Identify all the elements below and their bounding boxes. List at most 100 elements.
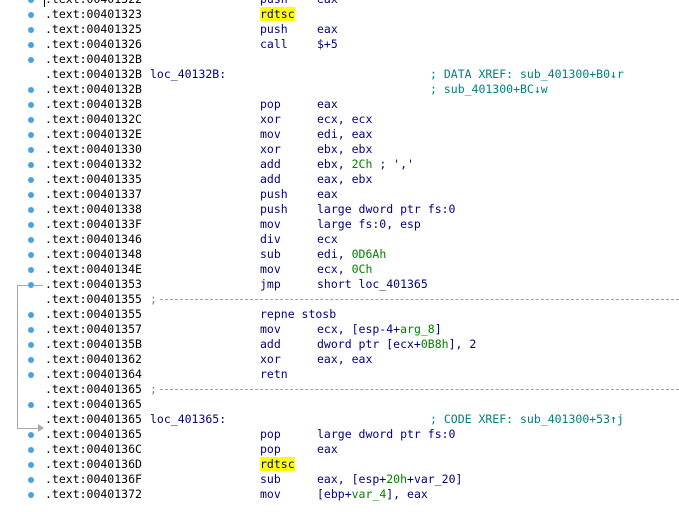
breakpoint-dot-icon[interactable] xyxy=(28,207,34,213)
instruction-mnemonic[interactable]: mov xyxy=(260,322,281,337)
instruction-mnemonic[interactable]: xor xyxy=(260,352,281,367)
instruction-mnemonic[interactable]: sub xyxy=(260,247,281,262)
breakpoint-dot-icon[interactable] xyxy=(28,342,34,348)
instruction-mnemonic[interactable]: add xyxy=(260,337,281,352)
instruction-operands[interactable]: large dword ptr fs:0 xyxy=(317,202,455,217)
instruction-mnemonic[interactable]: push xyxy=(260,22,288,37)
xref-comment[interactable]: ; DATA XREF: sub_401300+B0↓r xyxy=(430,67,624,82)
instruction-mnemonic[interactable]: push xyxy=(260,187,288,202)
disassembly-view[interactable]: .text:00401322 push eax .text:00401323 rdtsc… xyxy=(0,0,679,512)
breakpoint-dot-icon[interactable] xyxy=(28,312,34,318)
instruction-operands[interactable]: ecx, 0Ch xyxy=(317,262,372,277)
code-row[interactable]: .text:00401353 jmp short loc_401365 xyxy=(0,277,679,292)
instruction-mnemonic[interactable]: push xyxy=(260,202,288,217)
code-row[interactable]: .text:0040132B loc_40132B: ; DATA XREF: su… xyxy=(0,67,679,82)
breakpoint-dot-icon[interactable] xyxy=(28,102,34,108)
instruction-mnemonic[interactable]: add xyxy=(260,157,281,172)
code-row[interactable]: .text:0040133F mov large fs:0, esp xyxy=(0,217,679,232)
code-row[interactable]: .text:00401338 push large dword ptr fs:0 xyxy=(0,202,679,217)
code-row[interactable]: .text:0040132C xor ecx, ecx xyxy=(0,112,679,127)
instruction-operands[interactable]: ecx, [esp-4+arg_8] xyxy=(317,322,442,337)
instruction-operands[interactable]: eax xyxy=(317,97,338,112)
instruction-mnemonic[interactable]: pop xyxy=(260,442,281,457)
instruction-mnemonic[interactable]: div xyxy=(260,232,281,247)
breakpoint-dot-icon[interactable] xyxy=(28,402,34,408)
instruction-operands[interactable]: eax, eax xyxy=(317,352,372,367)
instruction-mnemonic[interactable]: jmp xyxy=(260,277,281,292)
instruction-operands[interactable]: ecx, ecx xyxy=(317,112,372,127)
breakpoint-dot-icon[interactable] xyxy=(28,12,34,18)
instruction-operands[interactable]: eax xyxy=(317,187,338,202)
breakpoint-dot-icon[interactable] xyxy=(28,357,34,363)
code-row[interactable]: .text:00401365 xyxy=(0,397,679,412)
instruction-mnemonic[interactable]: mov xyxy=(260,487,281,502)
code-row[interactable]: .text:00401326 call $+5 xyxy=(0,37,679,52)
instruction-operands[interactable]: eax, ebx xyxy=(317,172,372,187)
breakpoint-dot-icon[interactable] xyxy=(28,117,34,123)
instruction-mnemonic[interactable]: push xyxy=(260,0,288,7)
instruction-mnemonic[interactable]: mov xyxy=(260,217,281,232)
code-row[interactable]: .text:00401365 loc_401365: ; CODE XREF: su… xyxy=(0,412,679,427)
instruction-operands[interactable]: large dword ptr fs:0 xyxy=(317,427,455,442)
breakpoint-dot-icon[interactable] xyxy=(28,267,34,273)
code-row[interactable]: .text:0040136D rdtsc xyxy=(0,457,679,472)
breakpoint-dot-icon[interactable] xyxy=(28,372,34,378)
instruction-mnemonic[interactable]: add xyxy=(260,172,281,187)
instruction-mnemonic[interactable]: mov xyxy=(260,127,281,142)
breakpoint-dot-icon[interactable] xyxy=(28,222,34,228)
location-label[interactable]: loc_40132B: xyxy=(150,67,226,82)
instruction-mnemonic[interactable]: rdtsc xyxy=(260,457,295,472)
location-label[interactable]: loc_401365: xyxy=(150,412,226,427)
instruction-mnemonic[interactable]: mov xyxy=(260,262,281,277)
instruction-mnemonic[interactable]: repne stosb xyxy=(260,307,336,322)
instruction-mnemonic[interactable]: xor xyxy=(260,112,281,127)
xref-comment[interactable]: ; sub_401300+BC↓w xyxy=(430,82,548,97)
code-row[interactable]: .text:0040132B pop eax xyxy=(0,97,679,112)
code-row[interactable]: .text:00401335 add eax, ebx xyxy=(0,172,679,187)
code-row[interactable]: .text:00401348 sub edi, 0D6Ah xyxy=(0,247,679,262)
breakpoint-dot-icon[interactable] xyxy=(28,87,34,93)
breakpoint-dot-icon[interactable] xyxy=(28,447,34,453)
code-row[interactable]: .text:00401372 mov [ebp+var_4], eax xyxy=(0,487,679,502)
breakpoint-dot-icon[interactable] xyxy=(28,282,34,288)
instruction-operands[interactable]: $+5 xyxy=(317,37,338,52)
separator-row[interactable]: .text:00401355; xyxy=(0,292,679,307)
breakpoint-dot-icon[interactable] xyxy=(28,327,34,333)
breakpoint-dot-icon[interactable] xyxy=(28,492,34,498)
code-row[interactable]: .text:0040134E mov ecx, 0Ch xyxy=(0,262,679,277)
code-row[interactable]: .text:0040132B ; sub_401300+BC↓w xyxy=(0,82,679,97)
code-row[interactable]: .text:0040132B xyxy=(0,52,679,67)
code-row[interactable]: .text:00401323 rdtsc xyxy=(0,7,679,22)
breakpoint-dot-icon[interactable] xyxy=(28,147,34,153)
breakpoint-dot-icon[interactable] xyxy=(28,27,34,33)
breakpoint-dot-icon[interactable] xyxy=(28,432,34,438)
instruction-operands[interactable]: dword ptr [ecx+0B8h], 2 xyxy=(317,337,476,352)
instruction-operands[interactable]: ebx, 2Ch ; ',' xyxy=(317,157,414,172)
breakpoint-dot-icon[interactable] xyxy=(28,192,34,198)
breakpoint-dot-icon[interactable] xyxy=(28,477,34,483)
instruction-operands[interactable]: eax xyxy=(317,22,338,37)
instruction-mnemonic[interactable]: pop xyxy=(260,427,281,442)
instruction-mnemonic[interactable]: call xyxy=(260,37,288,52)
breakpoint-dot-icon[interactable] xyxy=(28,237,34,243)
instruction-operands[interactable]: [ebp+var_4], eax xyxy=(317,487,428,502)
code-row[interactable]: .text:0040136C pop eax xyxy=(0,442,679,457)
instruction-mnemonic[interactable]: pop xyxy=(260,97,281,112)
instruction-operands[interactable]: eax, [esp+20h+var_20] xyxy=(317,472,462,487)
code-row[interactable]: .text:00401364 retn xyxy=(0,367,679,382)
code-row[interactable]: .text:00401365 pop large dword ptr fs:0 xyxy=(0,427,679,442)
code-row[interactable]: .text:00401355 repne stosb xyxy=(0,307,679,322)
breakpoint-dot-icon[interactable] xyxy=(28,132,34,138)
code-row[interactable]: .text:0040135B add dword ptr [ecx+0B8h], 2 xyxy=(0,337,679,352)
instruction-mnemonic[interactable]: rdtsc xyxy=(260,7,295,22)
instruction-mnemonic[interactable]: xor xyxy=(260,142,281,157)
breakpoint-dot-icon[interactable] xyxy=(28,177,34,183)
code-row[interactable]: .text:0040136F sub eax, [esp+20h+var_20] xyxy=(0,472,679,487)
breakpoint-dot-icon[interactable] xyxy=(28,57,34,63)
separator-row[interactable]: .text:00401365; xyxy=(0,382,679,397)
breakpoint-dot-icon[interactable] xyxy=(28,162,34,168)
code-row[interactable]: .text:00401325 push eax xyxy=(0,22,679,37)
instruction-operands[interactable]: large fs:0, esp xyxy=(317,217,421,232)
code-row[interactable]: .text:00401322 push eax xyxy=(0,0,679,7)
instruction-operands[interactable]: eax xyxy=(317,442,338,457)
